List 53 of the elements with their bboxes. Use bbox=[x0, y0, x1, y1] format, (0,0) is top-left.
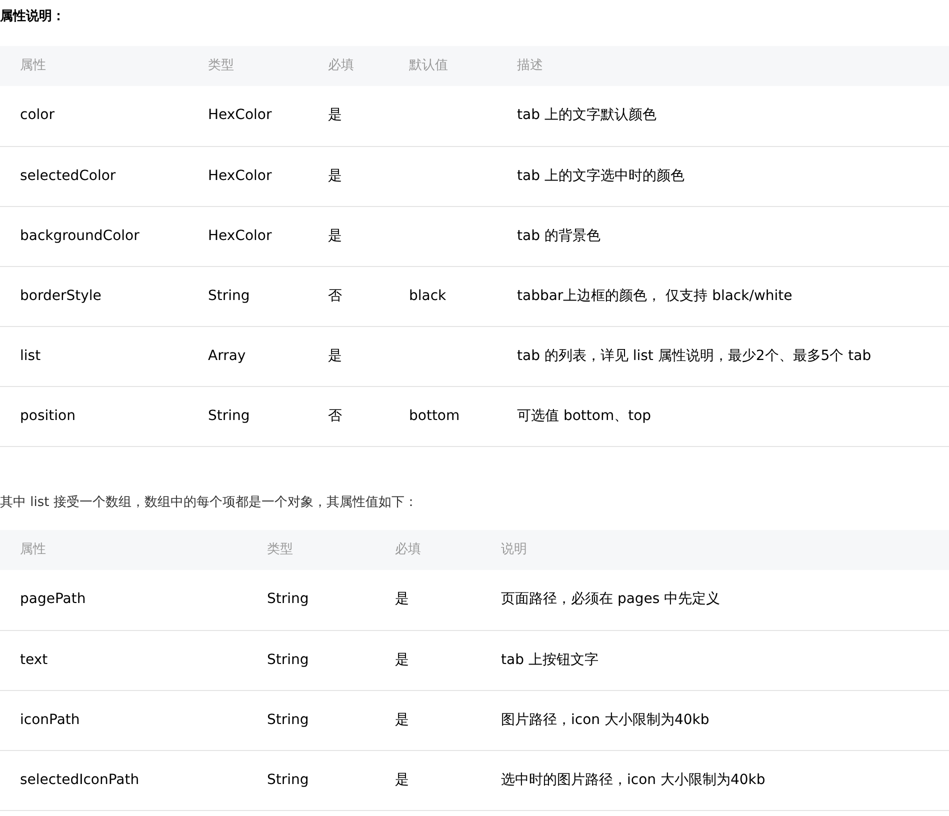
table-cell: String bbox=[267, 772, 309, 788]
table-cell: black bbox=[409, 288, 446, 304]
column-header: 类型 bbox=[208, 58, 234, 74]
table-cell: tab 的列表，详见 list 属性说明，最少2个、最多5个 tab bbox=[517, 348, 872, 364]
column-header: 属性 bbox=[20, 58, 46, 74]
table-cell: 是 bbox=[328, 107, 342, 124]
table-cell: tabbar上边框的颜色， 仅支持 black/white bbox=[517, 288, 792, 304]
table-cell: 否 bbox=[328, 408, 342, 424]
table-cell: 是 bbox=[395, 772, 409, 788]
table-cell: selectedIconPath bbox=[20, 772, 140, 788]
column-header: 类型 bbox=[267, 542, 293, 558]
column-header: 说明 bbox=[501, 542, 527, 558]
column-header: 必填 bbox=[395, 542, 421, 558]
table-cell: tab 的背景色 bbox=[517, 228, 600, 244]
table-cell: 是 bbox=[328, 168, 342, 184]
column-header: 必填 bbox=[328, 58, 354, 74]
table-cell: Array bbox=[208, 348, 246, 364]
table-cell: tab 上按钮文字 bbox=[501, 652, 598, 668]
table-cell: position bbox=[20, 408, 76, 424]
table-cell: borderStyle bbox=[20, 288, 102, 304]
table-cell: String bbox=[208, 288, 250, 304]
table-cell: 是 bbox=[395, 652, 409, 668]
table-cell: tab 上的文字默认颜色 bbox=[517, 107, 656, 124]
table-cell: 是 bbox=[328, 348, 342, 364]
table-cell: HexColor bbox=[208, 228, 272, 244]
table-cell: String bbox=[267, 591, 309, 608]
table-cell: selectedColor bbox=[20, 168, 116, 184]
table-cell: 是 bbox=[328, 228, 342, 244]
note-text: 其中 list 接受一个数组，数组中的每个项都是一个对象，其属性值如下： bbox=[0, 494, 418, 512]
table-cell: 是 bbox=[395, 712, 409, 728]
table-cell: pagePath bbox=[20, 591, 86, 608]
table-cell: 否 bbox=[328, 288, 342, 304]
table-cell: bottom bbox=[409, 408, 460, 424]
table-cell: 可选值 bottom、top bbox=[517, 408, 652, 424]
table-cell: HexColor bbox=[208, 168, 272, 184]
table-cell: list bbox=[20, 348, 41, 364]
column-header: 描述 bbox=[517, 58, 543, 74]
section-title: 属性说明： bbox=[0, 8, 66, 26]
table-cell: 页面路径，必须在 pages 中先定义 bbox=[501, 591, 720, 608]
table-cell: iconPath bbox=[20, 712, 80, 728]
column-header: 属性 bbox=[20, 542, 46, 558]
table-cell: 选中时的图片路径，icon 大小限制为40kb bbox=[501, 772, 766, 788]
table-cell: String bbox=[267, 652, 309, 668]
table-cell: tab 上的文字选中时的颜色 bbox=[517, 168, 684, 184]
table-cell: backgroundColor bbox=[20, 228, 140, 244]
table-cell: String bbox=[267, 712, 309, 728]
table-cell: text bbox=[20, 652, 48, 668]
table-cell: 图片路径，icon 大小限制为40kb bbox=[501, 712, 710, 728]
table-cell: String bbox=[208, 408, 250, 424]
table-cell: HexColor bbox=[208, 107, 272, 124]
table-cell: 是 bbox=[395, 591, 409, 608]
table-cell: color bbox=[20, 107, 54, 124]
column-header: 默认值 bbox=[409, 58, 448, 74]
